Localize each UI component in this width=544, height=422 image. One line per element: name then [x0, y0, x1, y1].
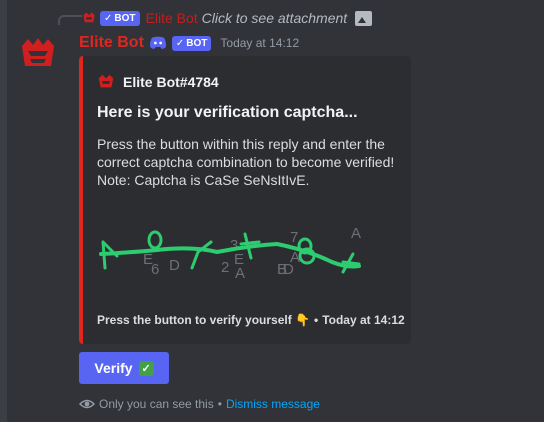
embed-description-line: Note: Captcha is CaSe SeNsItIvE.	[97, 172, 310, 188]
avatar[interactable]	[18, 34, 58, 74]
eye-icon	[79, 399, 95, 409]
captcha-noise: D	[169, 257, 180, 274]
captcha-noise: 7	[290, 229, 298, 246]
discord-icon	[149, 36, 166, 49]
reply-author[interactable]: Elite Bot	[146, 10, 198, 26]
reply-connector	[58, 15, 82, 25]
embed-author-icon	[98, 74, 114, 88]
bot-logo-icon	[83, 12, 95, 23]
captcha-noise: 2	[221, 259, 229, 276]
captcha-noise: A	[290, 249, 300, 266]
badge-check-icon: ✓	[175, 37, 185, 49]
embed-footer: Press the button to verify yourself 👇 • …	[97, 313, 405, 327]
embed-description: Press the button within this reply and e…	[97, 135, 407, 189]
check-mark-icon: ✓	[138, 360, 154, 376]
verify-button[interactable]: Verify ✓	[79, 352, 169, 384]
bot-badge: ✓ BOT	[171, 35, 212, 51]
embed-author: Elite Bot#4784	[97, 73, 219, 91]
verify-button-label: Verify	[94, 360, 133, 376]
embed-author-name: Elite Bot#4784	[123, 74, 219, 90]
captcha-noise: E	[234, 251, 244, 268]
reply-text[interactable]: Click to see attachment	[202, 10, 348, 26]
message-header: Elite Bot ✓ BOT Today at 14:12	[79, 33, 299, 53]
ephemeral-notice: Only you can see this • Dismiss message	[79, 397, 320, 411]
message-author[interactable]: Elite Bot	[79, 34, 144, 52]
embed-footer-text: Press the button to verify yourself 👇	[97, 313, 310, 327]
embed-footer-separator: •	[313, 313, 319, 327]
embed-description-line: Press the button within this reply and e…	[97, 136, 385, 152]
captcha-noise: 6	[151, 261, 159, 278]
badge-check-icon: ✓	[104, 12, 113, 24]
ephemeral-separator: •	[217, 397, 222, 411]
embed: Elite Bot#4784 Here is your verification…	[79, 56, 411, 344]
reply-preview[interactable]: ✓ BOT Elite Bot Click to see attachment	[82, 9, 373, 27]
message-timestamp[interactable]: Today at 14:12	[220, 36, 299, 50]
ephemeral-text: Only you can see this	[99, 397, 214, 411]
embed-description-line: correct captcha combination to become ve…	[97, 154, 395, 170]
reply-bot-badge: ✓ BOT	[100, 10, 140, 26]
image-icon	[355, 10, 373, 26]
embed-footer-timestamp: Today at 14:12	[322, 313, 405, 327]
captcha-noise: A	[351, 225, 361, 242]
channel-edge	[0, 0, 7, 422]
dismiss-message-link[interactable]: Dismiss message	[226, 397, 320, 411]
captcha-image: E 6 D 3 2 A E B D A 7 A	[99, 225, 361, 282]
embed-title: Here is your verification captcha...	[97, 104, 358, 121]
